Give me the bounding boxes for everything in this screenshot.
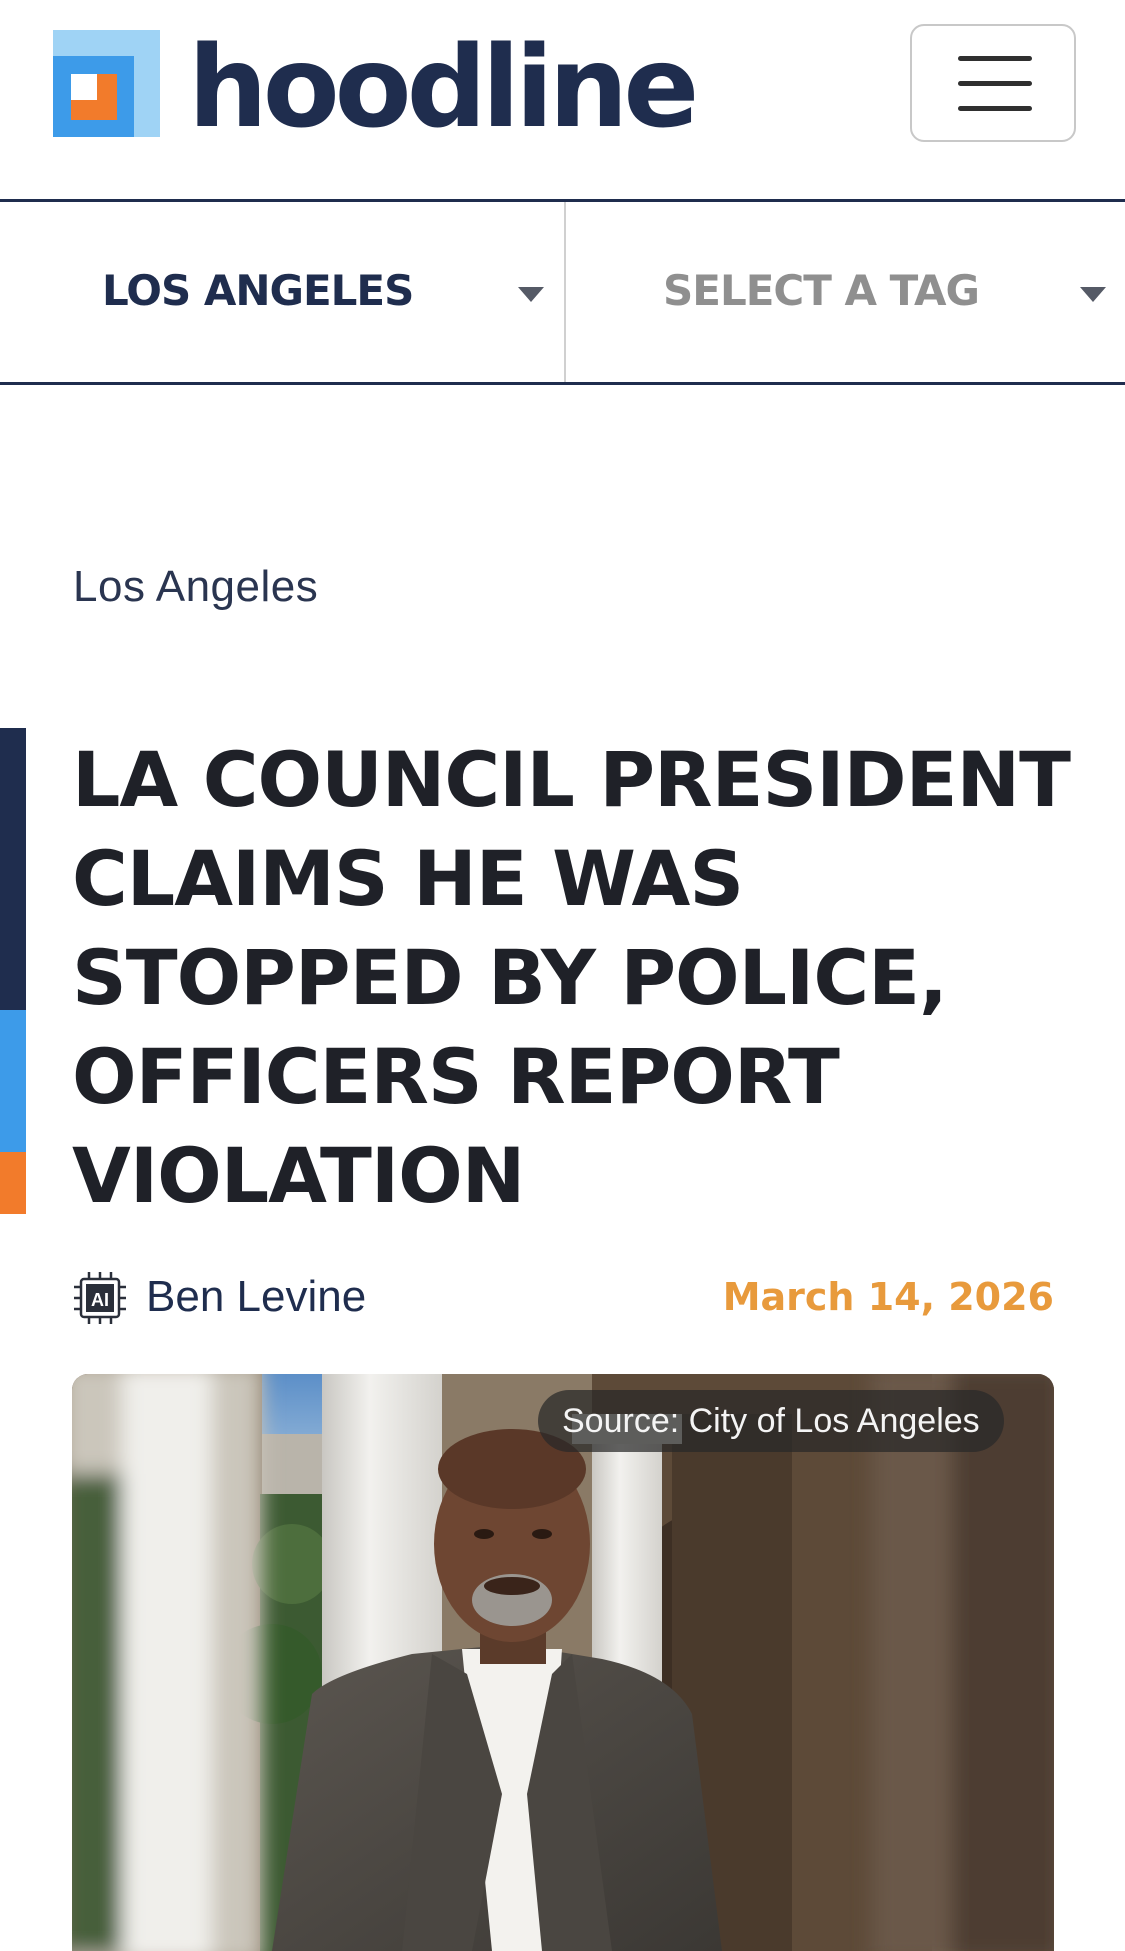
tag-dropdown[interactable]: SELECT A TAG	[566, 202, 1125, 382]
hamburger-menu-button[interactable]	[910, 24, 1076, 142]
headline-accent-blue	[0, 1010, 26, 1152]
headline-accent-navy	[0, 728, 26, 1010]
article-hero-image: Source: City of Los Angeles	[72, 1374, 1054, 1951]
author-name[interactable]: Ben Levine	[146, 1272, 366, 1322]
article-byline: AI Ben Levine March 14, 2026	[72, 1268, 1054, 1328]
site-logo-wordmark[interactable]: hoodline	[188, 18, 699, 158]
hamburger-menu-icon	[958, 56, 1032, 61]
headline-accent-orange	[0, 1152, 26, 1214]
publish-date: March 14, 2026	[722, 1275, 1054, 1319]
site-header: hoodline	[0, 0, 1125, 200]
caret-down-icon	[1080, 287, 1106, 302]
hoodline-logo-icon[interactable]	[53, 30, 160, 137]
image-source-caption: Source: City of Los Angeles	[538, 1390, 1004, 1452]
filter-bar-divider	[0, 382, 1125, 385]
ai-badge-text: AI	[91, 1290, 109, 1310]
location-dropdown[interactable]: LOS ANGELES	[0, 202, 564, 382]
caret-down-icon	[518, 287, 544, 302]
location-dropdown-label: LOS ANGELES	[102, 266, 414, 315]
article-category-link[interactable]: Los Angeles	[73, 562, 318, 612]
filter-bar: LOS ANGELES SELECT A TAG	[0, 202, 1125, 382]
article-headline: LA COUNCIL PRESIDENT CLAIMS HE WAS STOPP…	[72, 735, 1071, 1220]
tag-dropdown-label: SELECT A TAG	[663, 266, 980, 315]
ai-chip-icon: AI	[74, 1272, 126, 1324]
hero-photo-illustration	[72, 1374, 1054, 1951]
